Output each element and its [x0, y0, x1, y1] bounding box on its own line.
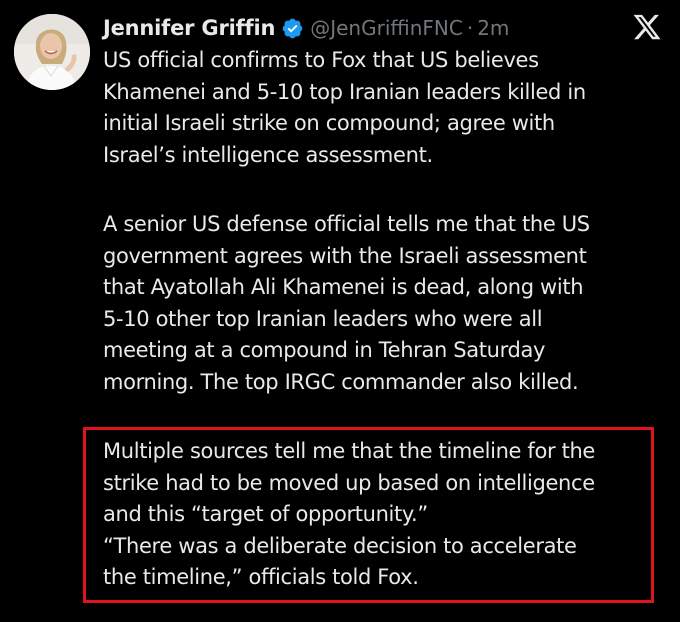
tweet-paragraph-1: US official confirms to Fox that US beli… [103, 48, 586, 167]
tweet-card: Jennifer Griffin @JenGriffinFNC · 2m US … [0, 0, 680, 622]
timestamp[interactable]: 2m [477, 16, 509, 40]
separator-dot: · [466, 16, 474, 40]
verified-badge-icon [281, 17, 304, 40]
author-name[interactable]: Jennifer Griffin [103, 16, 275, 40]
tweet-paragraph-2: A senior US defense official tells me th… [103, 212, 590, 394]
tweet-paragraph-3: Multiple sources tell me that the timeli… [103, 439, 595, 589]
author-handle[interactable]: @JenGriffinFNC [310, 16, 463, 40]
tweet-header: Jennifer Griffin @JenGriffinFNC · 2m [103, 10, 509, 46]
x-logo-icon[interactable] [632, 12, 662, 42]
avatar[interactable] [14, 14, 90, 90]
